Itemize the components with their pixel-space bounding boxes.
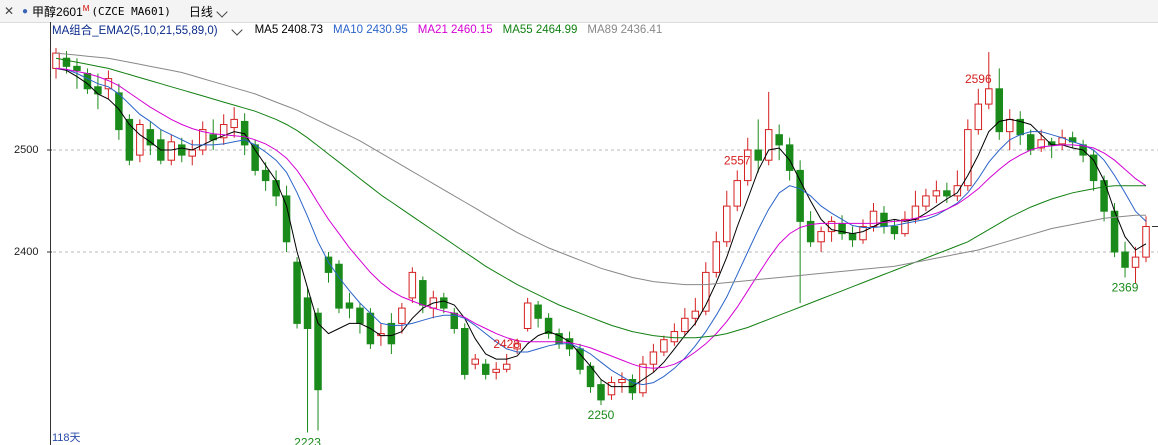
candle-down xyxy=(387,322,396,345)
candle-down xyxy=(178,144,186,156)
candle-down xyxy=(461,328,469,375)
candle-down xyxy=(597,384,605,401)
ma10-line xyxy=(55,67,1147,386)
candle-up xyxy=(681,317,689,333)
candle-down xyxy=(282,195,291,243)
ma55-line xyxy=(55,57,1146,339)
candle-down xyxy=(314,312,322,391)
candle-down xyxy=(115,92,123,131)
candle-down xyxy=(995,88,1004,133)
candle-down xyxy=(534,304,542,319)
ma21-line xyxy=(55,67,1147,369)
candle-down xyxy=(754,149,762,161)
candle-down xyxy=(775,134,783,146)
candle-down xyxy=(890,226,899,235)
low-label: 2369 xyxy=(1112,281,1139,295)
low-label: 2250 xyxy=(588,408,615,422)
high-label: 2596 xyxy=(965,72,992,86)
candle-up xyxy=(869,210,878,227)
candle-up xyxy=(670,331,679,343)
candle-up xyxy=(649,351,658,365)
candle-down xyxy=(440,297,448,309)
candle-up xyxy=(492,368,500,373)
candle-down xyxy=(481,363,490,375)
ma-legend: MA组合_EMA2(5,10,21,55,89,0) MA5 2408.73 M… xyxy=(52,22,672,38)
high-label: 2428 xyxy=(493,337,520,351)
candle-down xyxy=(943,190,951,197)
candle-up xyxy=(607,382,616,396)
ma89-line xyxy=(55,52,1146,286)
candle-down xyxy=(345,302,354,309)
candle-up xyxy=(230,118,238,129)
candle-up xyxy=(764,129,773,161)
candle-up xyxy=(691,310,700,319)
candle-up xyxy=(136,124,144,156)
high-label: 2557 xyxy=(724,153,751,167)
candle-down xyxy=(293,261,301,324)
candle-up xyxy=(1006,118,1014,133)
ma-combo-selector[interactable]: MA组合_EMA2(5,10,21,55,89,0) xyxy=(52,22,251,38)
candle-up xyxy=(52,52,60,69)
candle-up xyxy=(188,149,196,157)
ma10-value: MA10 2430.95 xyxy=(332,24,408,36)
candle-up xyxy=(471,358,479,365)
candle-down xyxy=(1089,154,1098,182)
candlestick-chart[interactable]: 2596 2557 2428 2223 2250 2369 xyxy=(0,0,1158,445)
ma-combo-label: MA组合_EMA2(5,10,21,55,89,0) xyxy=(52,25,218,37)
candle-up xyxy=(733,180,741,207)
candle-up xyxy=(859,226,867,241)
candle-up xyxy=(964,129,972,187)
chevron-down-icon xyxy=(230,24,243,36)
candle-down xyxy=(1026,134,1035,151)
low-label: 2223 xyxy=(294,436,321,445)
candle-down xyxy=(335,263,343,309)
ma89-value: MA89 2436.41 xyxy=(587,24,663,36)
candle-down xyxy=(1100,180,1108,212)
candle-up xyxy=(1142,226,1150,258)
candle-down xyxy=(848,233,857,241)
candle-down xyxy=(251,144,259,171)
candle-down xyxy=(94,86,102,95)
ma5-line xyxy=(55,67,1147,388)
candle-up xyxy=(502,363,511,370)
ma21-value: MA21 2460.15 xyxy=(417,24,493,36)
candle-down xyxy=(272,180,280,197)
candle-up xyxy=(398,307,406,324)
visible-days: 118天 xyxy=(52,432,81,444)
candle-up xyxy=(618,379,626,384)
candle-down xyxy=(796,169,804,222)
candle-down xyxy=(419,280,427,306)
candle-up xyxy=(922,195,930,207)
candle-down xyxy=(125,118,134,161)
candle-down xyxy=(73,65,81,71)
candle-up xyxy=(408,271,417,299)
candle-up xyxy=(712,241,721,273)
candle-down xyxy=(146,129,155,146)
candle-up xyxy=(198,129,207,151)
candle-up xyxy=(723,205,731,243)
candle-up xyxy=(985,88,993,105)
candle-down xyxy=(880,212,888,228)
candle-down xyxy=(261,169,270,182)
candle-down xyxy=(1121,251,1129,268)
ma5-value: MA5 2408.73 xyxy=(254,24,323,36)
candle-up xyxy=(523,302,532,329)
candle-up xyxy=(817,231,825,243)
candle-down xyxy=(303,297,312,329)
ma55-value: MA55 2464.99 xyxy=(502,24,578,36)
candle-down xyxy=(356,307,364,324)
candle-up xyxy=(660,339,668,353)
candle-up xyxy=(932,190,941,197)
candle-up xyxy=(974,103,983,131)
candle-up xyxy=(167,141,176,161)
candle-up xyxy=(1131,256,1140,268)
